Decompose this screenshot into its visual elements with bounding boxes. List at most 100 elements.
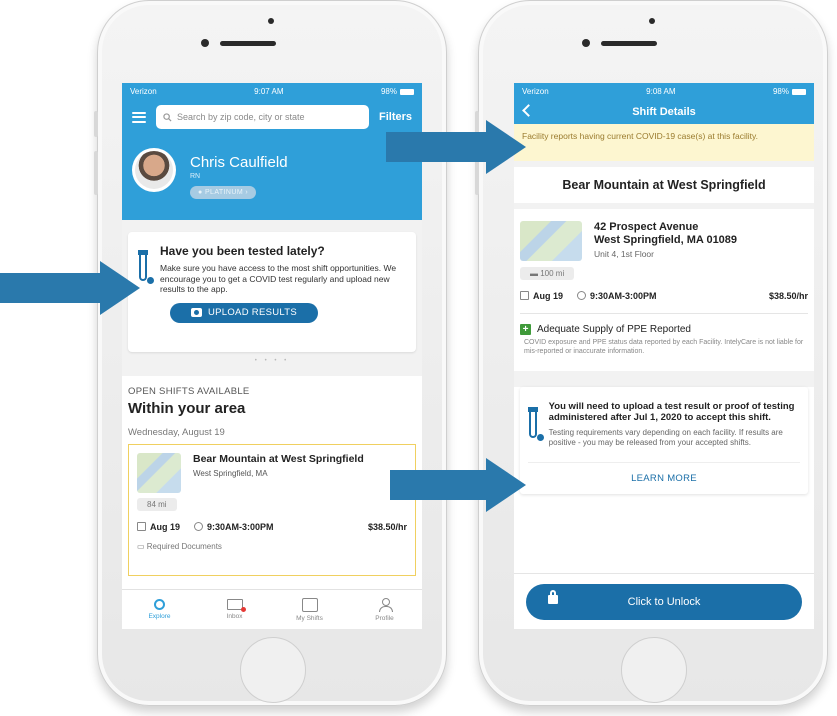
unlock-button[interactable]: Click to Unlock <box>526 583 802 620</box>
arrow-to-covid-alert <box>386 120 526 174</box>
address-line-3: Unit 4, 1st Floor <box>594 249 654 259</box>
status-bar: Verizon 9:08 AM 98% <box>514 83 814 100</box>
home-button[interactable] <box>240 637 306 703</box>
distance-pill: 84 mi <box>137 498 177 511</box>
profile-header: Chris Caulfield RN ● PLATINUM › <box>122 134 422 220</box>
tab-label: Inbox <box>226 613 243 620</box>
shift-rate: $38.50/hr <box>768 291 808 301</box>
unlock-bar: Click to Unlock <box>514 573 814 629</box>
phone-front-camera <box>201 39 209 47</box>
calendar-icon <box>520 291 529 300</box>
section-label: OPEN SHIFTS AVAILABLE <box>128 386 250 397</box>
camera-icon <box>190 308 202 318</box>
learn-more-link[interactable]: LEARN MORE <box>528 462 800 484</box>
test-card-title: Have you been tested lately? <box>160 244 325 258</box>
section-divider <box>514 370 814 387</box>
shift-address: West Springfield, MA <box>193 469 268 478</box>
lock-icon <box>548 589 558 604</box>
shift-name: Bear Mountain at West Springfield <box>193 453 364 465</box>
address-line-1: 42 Prospect Avenue <box>594 221 699 233</box>
car-icon: ▬ <box>530 269 541 278</box>
nav-bar: Shift Details <box>514 100 814 124</box>
tab-label: Profile <box>375 614 394 622</box>
status-time: 9:07 AM <box>254 87 284 96</box>
phone-camera <box>649 18 655 24</box>
plus-icon: + <box>520 324 531 335</box>
shift-meta-row: Aug 19 9:30AM-3:00PM $38.50/hr <box>137 522 407 532</box>
upload-results-button[interactable]: UPLOAD RESULTS <box>170 302 318 323</box>
carrier-label: Verizon <box>130 87 157 96</box>
battery-status: 98% <box>773 87 806 96</box>
arrow-to-test-card <box>0 261 140 315</box>
tab-explore[interactable]: Explore <box>122 590 197 629</box>
left-phone-frame: Verizon 9:07 AM 98% Search by zip code, … <box>94 0 447 706</box>
phone-speaker <box>601 41 657 46</box>
open-shifts-section: OPEN SHIFTS AVAILABLE Within your area W… <box>122 376 422 576</box>
map-thumbnail[interactable] <box>520 221 582 261</box>
test-tube-icon <box>528 401 545 449</box>
card-carousel: Have you been tested lately? Make sure y… <box>122 220 422 376</box>
search-icon <box>154 599 165 610</box>
search-icon <box>163 112 172 122</box>
calendar-icon <box>301 597 318 612</box>
phone-camera <box>268 18 274 24</box>
ppe-disclaimer: COVID exposure and PPE status data repor… <box>524 339 804 355</box>
distance-label: 100 mi <box>540 269 565 278</box>
status-time: 9:08 AM <box>646 87 676 96</box>
covid-alert-banner: Facility reports having current COVID-19… <box>514 124 814 161</box>
search-row: Search by zip code, city or state Filter… <box>122 100 422 134</box>
distance-pill: ▬ 100 mi <box>520 267 575 280</box>
test-card-body: Make sure you have access to the most sh… <box>160 263 397 295</box>
document-icon: ▭ <box>137 542 147 551</box>
upload-notice: You will need to upload a test result or… <box>548 400 795 423</box>
right-phone-frame: Verizon 9:08 AM 98% Shift Details Facili… <box>475 0 828 706</box>
tab-profile[interactable]: Profile <box>347 590 422 629</box>
shift-date: Aug 19 <box>533 291 564 301</box>
tab-my-shifts[interactable]: My Shifts <box>272 590 347 629</box>
section-title: Within your area <box>128 400 246 417</box>
avatar[interactable] <box>132 148 176 192</box>
status-bar: Verizon 9:07 AM 98% <box>122 83 422 100</box>
tier-badge[interactable]: ● PLATINUM › <box>190 186 257 199</box>
phone-front-camera <box>582 39 590 47</box>
battery-percent: 98% <box>380 87 397 96</box>
arrow-to-upload-requirement <box>390 458 526 512</box>
battery-icon <box>792 88 806 95</box>
menu-icon[interactable] <box>132 111 146 123</box>
phone-volume-button <box>94 151 98 195</box>
calendar-icon <box>137 522 146 531</box>
shift-detail-block: ▬ 100 mi 42 Prospect Avenue West Springf… <box>514 209 814 365</box>
search-input[interactable]: Search by zip code, city or state <box>156 105 369 129</box>
clock-icon <box>194 522 204 531</box>
badge-label: PLATINUM <box>204 189 244 196</box>
required-documents-label: Required Documents <box>146 542 222 551</box>
date-label: Wednesday, August 19 <box>128 427 225 438</box>
ppe-status-row: + Adequate Supply of PPE Reported <box>520 313 808 335</box>
carousel-pager[interactable]: • • • • <box>128 352 416 370</box>
carrier-label: Verizon <box>522 87 549 96</box>
upload-note: Testing requirements vary depending on e… <box>548 428 783 448</box>
phone-speaker <box>220 41 276 46</box>
profile-role: RN <box>190 173 201 180</box>
battery-percent: 98% <box>772 87 789 96</box>
back-arrow-icon[interactable] <box>522 104 535 117</box>
battery-status: 98% <box>381 87 414 96</box>
profile-name: Chris Caulfield <box>190 154 288 171</box>
tab-inbox[interactable]: Inbox <box>197 590 272 629</box>
clock-icon <box>577 291 587 300</box>
mail-icon <box>226 599 246 612</box>
shift-rate: $38.50/hr <box>367 522 407 532</box>
battery-icon <box>400 88 414 95</box>
covid-test-card: Have you been tested lately? Make sure y… <box>128 232 416 352</box>
tab-label: Explore <box>148 613 171 620</box>
page-title: Shift Details <box>632 106 696 118</box>
shift-meta-row: Aug 19 9:30AM-3:00PM $38.50/hr <box>520 291 808 301</box>
map-thumbnail <box>137 453 181 493</box>
address-line-2: West Springfield, MA 01089 <box>594 234 738 246</box>
search-placeholder: Search by zip code, city or state <box>177 112 305 122</box>
phone-side-button <box>94 111 98 137</box>
home-button[interactable] <box>621 637 687 703</box>
shift-date: Aug 19 <box>150 522 181 532</box>
shift-card[interactable]: Bear Mountain at West Springfield West S… <box>128 444 416 576</box>
ppe-label: Adequate Supply of PPE Reported <box>537 324 691 335</box>
